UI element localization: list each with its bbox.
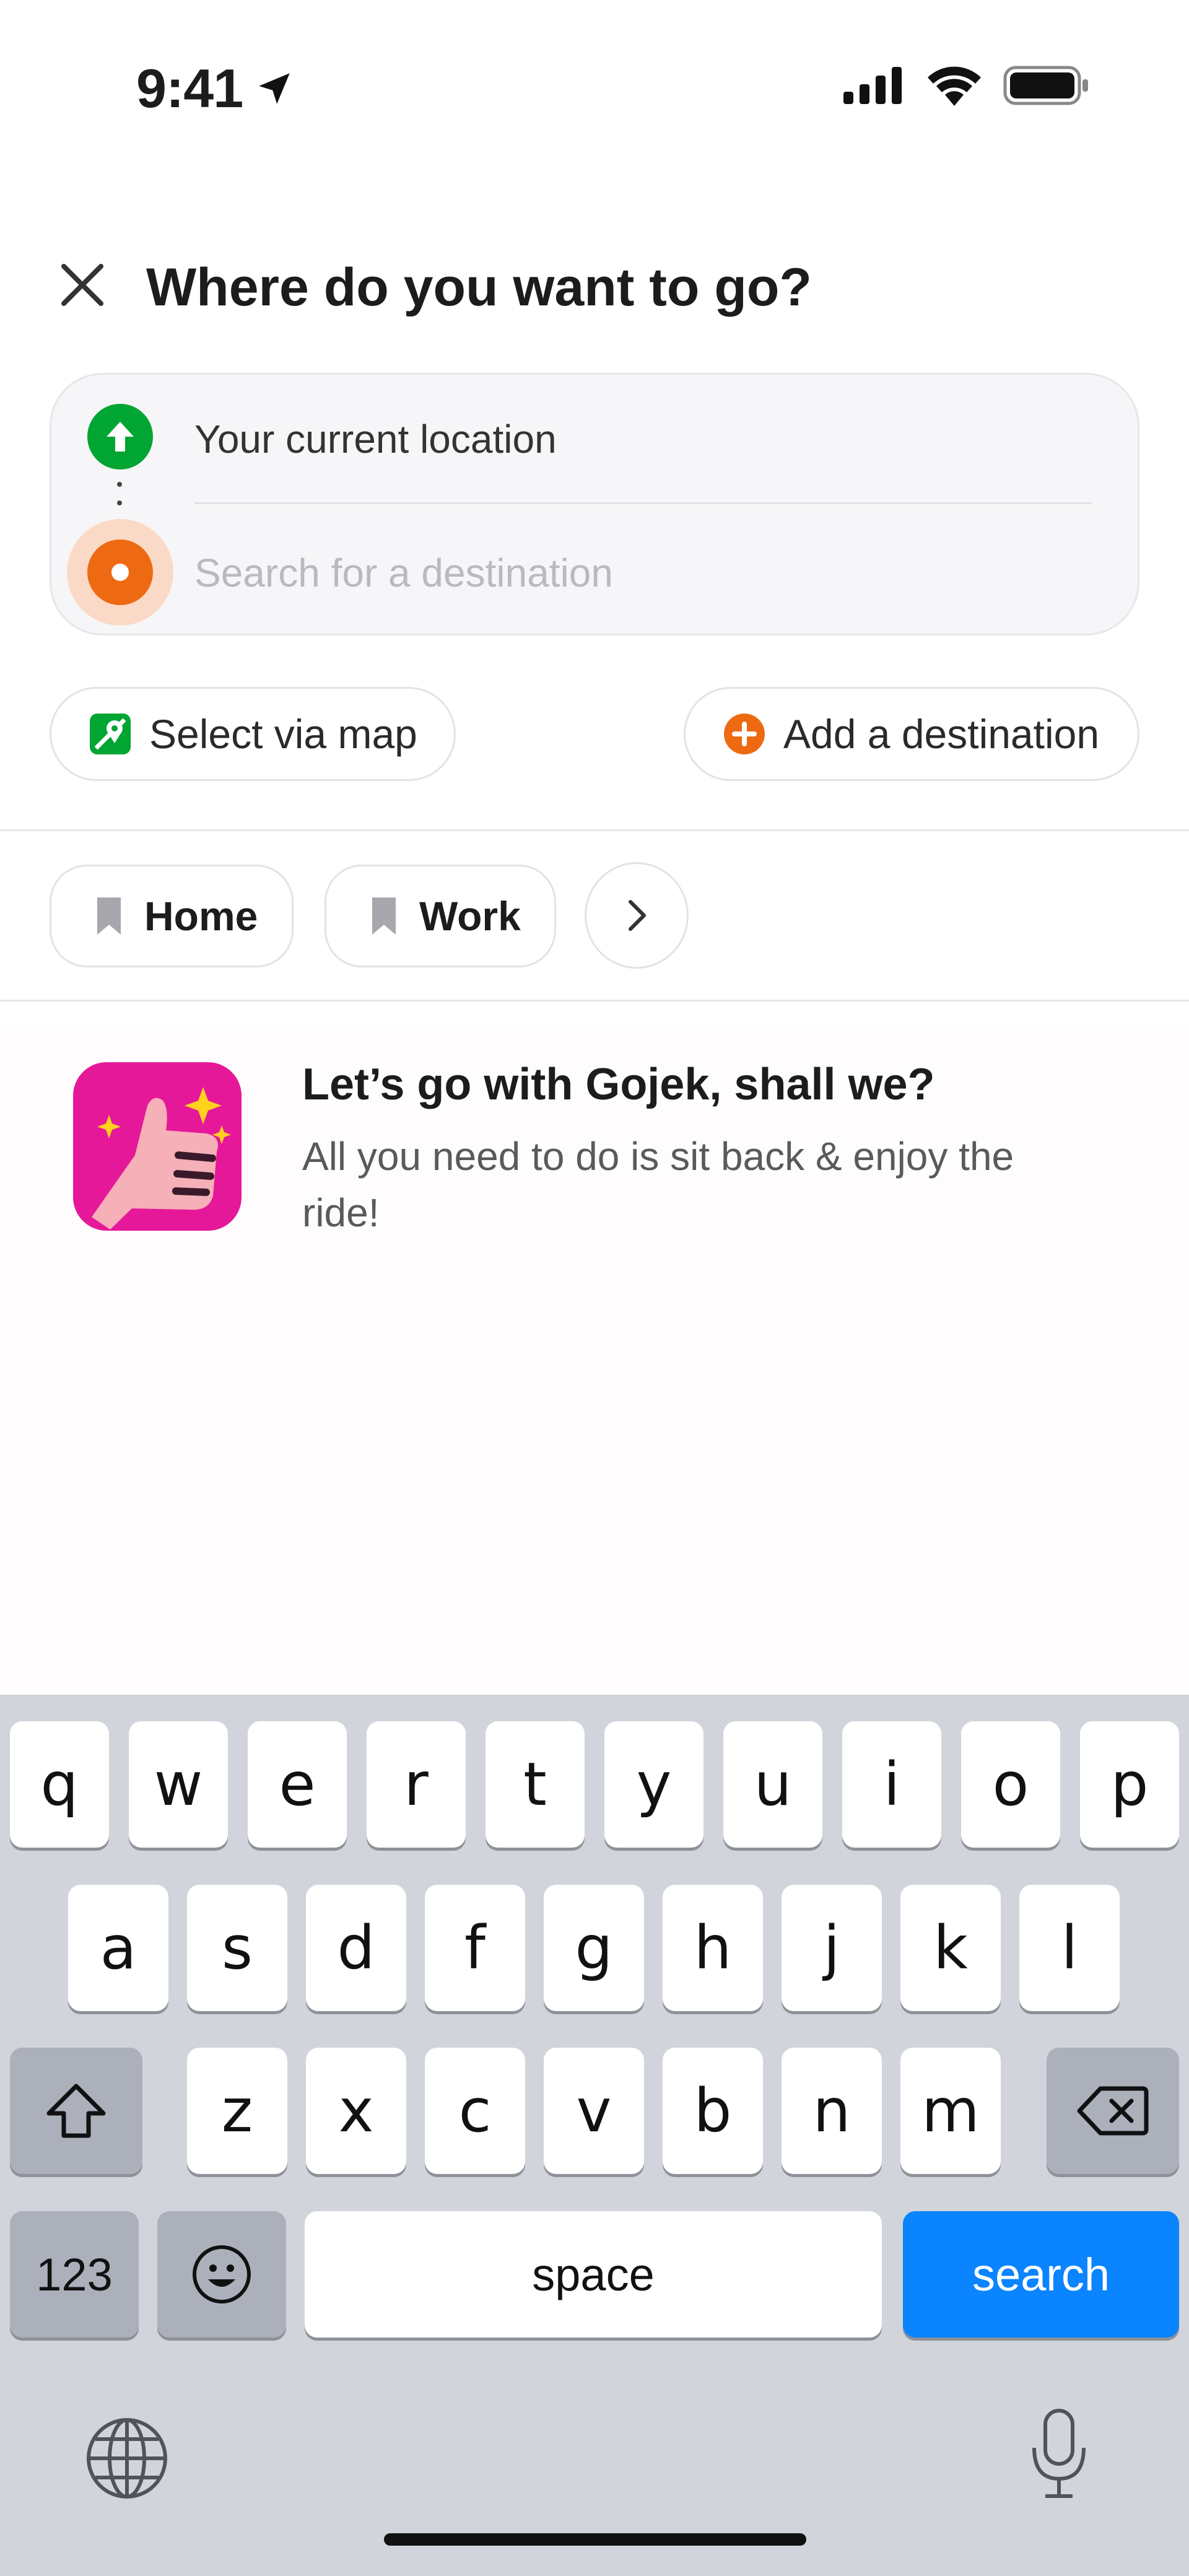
add-icon	[724, 714, 765, 754]
key-k[interactable]: k	[900, 1885, 1001, 2011]
shift-icon	[46, 2084, 106, 2138]
saved-place-work[interactable]: Work	[324, 865, 556, 967]
key-j[interactable]: j	[782, 1885, 882, 2011]
key-h[interactable]: h	[663, 1885, 763, 2011]
select-via-map-label: Select via map	[149, 711, 417, 757]
promo-subtitle: All you need to do is sit back & enjoy t…	[302, 1134, 1014, 1235]
globe-icon[interactable]	[84, 2416, 170, 2501]
key-o[interactable]: o	[961, 1721, 1060, 1848]
key-f[interactable]: f	[425, 1885, 525, 2011]
key-u[interactable]: u	[723, 1721, 822, 1848]
key-y[interactable]: y	[604, 1721, 703, 1848]
bookmark-icon	[97, 897, 121, 935]
key-q[interactable]: q	[10, 1721, 109, 1848]
shift-key[interactable]	[10, 2048, 142, 2174]
saved-place-home[interactable]: Home	[50, 865, 294, 967]
arrow-up-icon	[107, 422, 134, 452]
emoji-key[interactable]	[157, 2211, 286, 2338]
destination-marker	[87, 539, 153, 605]
location-arrow-icon	[259, 73, 290, 104]
wifi-icon	[928, 66, 981, 106]
key-a[interactable]: a	[68, 1885, 168, 2011]
key-s[interactable]: s	[187, 1885, 287, 2011]
saved-place-label: Home	[144, 893, 258, 939]
key-t[interactable]: t	[486, 1721, 585, 1848]
saved-place-label: Work	[419, 893, 521, 939]
chevron-right-icon	[629, 900, 646, 931]
backspace-icon	[1077, 2086, 1149, 2136]
clock: 9:41	[136, 58, 243, 119]
key-l[interactable]: l	[1019, 1885, 1120, 2011]
map-pin-icon	[90, 714, 131, 754]
key-e[interactable]: e	[248, 1721, 347, 1848]
key-v[interactable]: v	[544, 2048, 644, 2174]
key-r[interactable]: r	[367, 1721, 466, 1848]
more-saved-places-button[interactable]	[585, 862, 689, 969]
key-n[interactable]: n	[782, 2048, 882, 2174]
signal-icon	[843, 67, 902, 104]
select-via-map-button[interactable]: Select via map	[50, 687, 456, 781]
key-p[interactable]: p	[1080, 1721, 1179, 1848]
key-w[interactable]: w	[129, 1721, 228, 1848]
close-icon	[61, 263, 103, 306]
pickup-marker	[87, 404, 153, 469]
search-key[interactable]: search	[903, 2211, 1179, 2338]
add-destination-button[interactable]: Add a destination	[684, 687, 1139, 781]
pickup-location-field[interactable]: Your current location	[194, 416, 557, 462]
space-key[interactable]: space	[305, 2211, 882, 2338]
key-z[interactable]: z	[187, 2048, 287, 2174]
page-title: Where do you want to go?	[146, 258, 812, 317]
numbers-key[interactable]: 123	[10, 2211, 139, 2338]
bookmark-icon	[372, 897, 396, 935]
destination-search-input[interactable]	[194, 545, 1092, 601]
status-icons	[843, 65, 1090, 106]
thumbs-up-icon	[73, 1062, 242, 1231]
key-g[interactable]: g	[544, 1885, 644, 2011]
promo-title: Let’s go with Gojek, shall we?	[302, 1060, 935, 1109]
key-b[interactable]: b	[663, 2048, 763, 2174]
section-divider	[0, 1000, 1189, 1002]
section-divider	[0, 829, 1189, 831]
status-time: 9:41	[136, 57, 295, 120]
emoji-icon	[193, 2245, 251, 2303]
route-connector	[117, 482, 122, 524]
route-separator	[194, 502, 1092, 504]
key-c[interactable]: c	[425, 2048, 525, 2174]
close-button[interactable]	[53, 255, 111, 314]
home-indicator[interactable]	[384, 2533, 806, 2546]
microphone-icon[interactable]	[1028, 2407, 1090, 2500]
keyboard: q w e r t y u i o p a s d f g h j k l z …	[0, 1695, 1189, 2576]
key-m[interactable]: m	[900, 2048, 1001, 2174]
key-d[interactable]: d	[306, 1885, 406, 2011]
key-x[interactable]: x	[306, 2048, 406, 2174]
battery-icon	[1003, 66, 1088, 105]
key-i[interactable]: i	[842, 1721, 941, 1848]
backspace-key[interactable]	[1047, 2048, 1179, 2174]
add-destination-label: Add a destination	[783, 711, 1100, 757]
